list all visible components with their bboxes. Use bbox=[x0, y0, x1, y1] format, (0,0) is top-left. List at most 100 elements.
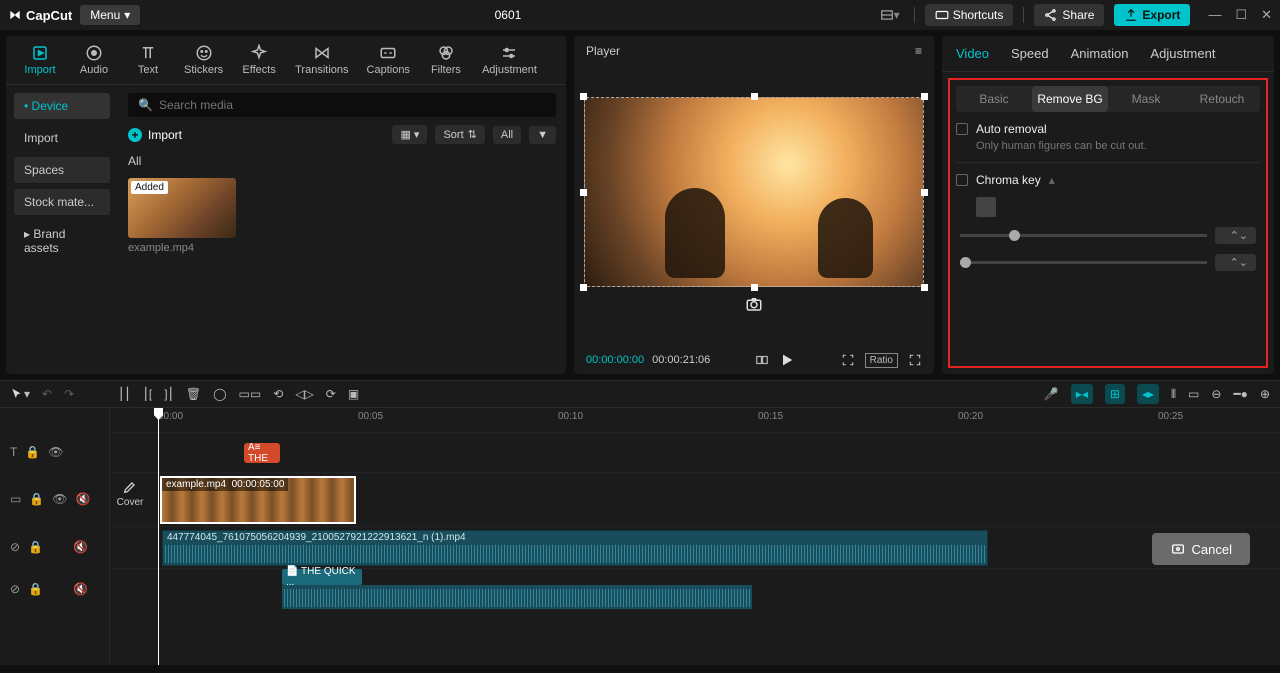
prop-tab-adjustment[interactable]: Adjustment bbox=[1150, 46, 1215, 61]
zoom-out-button[interactable]: ⊖ bbox=[1211, 387, 1221, 401]
text-clip[interactable]: A≡ THE bbox=[244, 443, 280, 463]
fullscreen-icon[interactable] bbox=[908, 353, 922, 367]
sidebar-item-stock[interactable]: Stock mate... bbox=[14, 189, 110, 215]
sidebar-item-brand[interactable]: ▸ Brand assets bbox=[14, 221, 110, 261]
resize-handle[interactable] bbox=[580, 93, 587, 100]
media-clip[interactable]: Added example.mp4 bbox=[128, 178, 236, 254]
filter-button[interactable]: ▼ bbox=[529, 126, 556, 144]
redo-button[interactable]: ↷ bbox=[64, 387, 74, 401]
tab-text[interactable]: Text bbox=[124, 42, 172, 78]
audio-track-1[interactable]: 447774045_761075056204939_21005279212229… bbox=[110, 526, 1280, 568]
sidebar-item-device[interactable]: • Device bbox=[14, 93, 110, 119]
eye-icon[interactable]: 👁 bbox=[52, 492, 67, 506]
chroma-color-well[interactable] bbox=[976, 197, 996, 217]
crop-tool[interactable]: ▣ bbox=[348, 387, 359, 401]
align-button[interactable]: ⫴ bbox=[1171, 387, 1176, 402]
subtab-basic[interactable]: Basic bbox=[956, 86, 1032, 112]
tab-adjustment[interactable]: Adjustment bbox=[476, 42, 543, 78]
tab-import[interactable]: Import bbox=[16, 42, 64, 78]
search-box[interactable]: 🔍 bbox=[128, 93, 556, 117]
tab-filters[interactable]: Filters bbox=[422, 42, 470, 78]
split-left-tool[interactable]: ⎮[ bbox=[143, 387, 153, 401]
preview-toggle[interactable]: ▭ bbox=[1188, 387, 1199, 401]
rotate-tool[interactable]: ⟳ bbox=[326, 387, 336, 401]
maximize-button[interactable]: ☐ bbox=[1235, 7, 1247, 23]
slider-thumb[interactable] bbox=[1009, 230, 1020, 241]
tab-effects[interactable]: Effects bbox=[235, 42, 283, 78]
auto-removal-checkbox[interactable] bbox=[956, 123, 968, 135]
compare-icon[interactable] bbox=[755, 353, 769, 367]
audio-text-label[interactable]: 📄 THE QUICK ... bbox=[282, 569, 362, 585]
snap-track-button[interactable]: ⊞ bbox=[1105, 384, 1125, 404]
mic-button[interactable]: 🎤 bbox=[1044, 387, 1059, 401]
sidebar-item-import[interactable]: Import bbox=[14, 125, 110, 151]
timeline-tracks-area[interactable]: 00:00 00:05 00:10 00:15 00:20 00:25 A≡ T… bbox=[110, 408, 1280, 665]
snap-link-button[interactable]: ◂▸ bbox=[1137, 384, 1159, 404]
split-tool[interactable]: ⎮⎮ bbox=[118, 387, 131, 401]
resize-handle[interactable] bbox=[921, 93, 928, 100]
close-button[interactable]: ✕ bbox=[1261, 7, 1272, 23]
tab-audio[interactable]: Audio bbox=[70, 42, 118, 78]
resize-handle[interactable] bbox=[751, 284, 758, 291]
zoom-slider[interactable]: ━● bbox=[1233, 387, 1247, 401]
marker-tool[interactable]: ◯ bbox=[213, 387, 226, 401]
cancel-button[interactable]: Cancel bbox=[1152, 533, 1250, 565]
menu-button[interactable]: Menu ▾ bbox=[80, 5, 140, 25]
sort-button[interactable]: Sort ⇅ bbox=[435, 125, 484, 144]
shortcuts-button[interactable]: Shortcuts bbox=[925, 4, 1014, 26]
scan-icon[interactable] bbox=[841, 353, 855, 367]
snap-main-button[interactable]: ▸◂ bbox=[1071, 384, 1093, 404]
mirror-tool[interactable]: ◁▷ bbox=[295, 387, 313, 401]
snapshot-button[interactable] bbox=[745, 295, 763, 316]
prop-tab-speed[interactable]: Speed bbox=[1011, 46, 1049, 61]
layout-icon[interactable]: ▾ bbox=[876, 4, 904, 26]
undo-button[interactable]: ↶ bbox=[42, 387, 52, 401]
zoom-in-button[interactable]: ⊕ bbox=[1260, 387, 1270, 401]
audio-clip-2[interactable] bbox=[282, 585, 752, 609]
ratio-button[interactable]: Ratio bbox=[865, 353, 898, 368]
eye-icon[interactable]: 👁 bbox=[48, 445, 63, 459]
minimize-button[interactable]: — bbox=[1208, 7, 1221, 23]
chroma-key-checkbox[interactable] bbox=[956, 174, 968, 186]
import-button[interactable]: + Import bbox=[128, 128, 182, 142]
resize-handle[interactable] bbox=[580, 284, 587, 291]
mute-icon[interactable]: 🔇 bbox=[76, 492, 91, 506]
view-grid-button[interactable]: ▦ ▾ bbox=[392, 125, 427, 144]
subtab-retouch[interactable]: Retouch bbox=[1184, 86, 1260, 112]
tab-captions[interactable]: Captions bbox=[361, 42, 416, 78]
slider-value[interactable]: ⌃⌄ bbox=[1215, 227, 1257, 244]
slider-thumb[interactable] bbox=[960, 257, 971, 268]
delete-tool[interactable]: 🗑 bbox=[186, 387, 201, 401]
mute-icon[interactable]: 🔇 bbox=[73, 582, 88, 596]
timeline-ruler[interactable]: 00:00 00:05 00:10 00:15 00:20 00:25 bbox=[110, 408, 1280, 432]
frames-tool[interactable]: ▭▭ bbox=[239, 387, 262, 401]
lock-icon[interactable]: 🔒 bbox=[28, 540, 43, 554]
play-button[interactable] bbox=[779, 352, 795, 368]
cover-button[interactable]: Cover bbox=[114, 479, 146, 508]
tab-transitions[interactable]: Transitions bbox=[289, 42, 354, 78]
audio-clip-1[interactable]: 447774045_761075056204939_21005279212229… bbox=[162, 530, 988, 566]
lock-icon[interactable]: 🔒 bbox=[29, 492, 44, 506]
slider-value-2[interactable]: ⌃⌄ bbox=[1215, 254, 1257, 271]
mute-icon[interactable]: 🔇 bbox=[73, 540, 88, 554]
share-button[interactable]: Share bbox=[1034, 4, 1104, 26]
resize-handle[interactable] bbox=[580, 189, 587, 196]
hamburger-icon[interactable]: ≡ bbox=[915, 44, 922, 58]
sidebar-item-spaces[interactable]: Spaces bbox=[14, 157, 110, 183]
reverse-tool[interactable]: ⟲ bbox=[273, 387, 283, 401]
subtab-remove-bg[interactable]: Remove BG bbox=[1032, 86, 1108, 112]
resize-handle[interactable] bbox=[751, 93, 758, 100]
subtab-mask[interactable]: Mask bbox=[1108, 86, 1184, 112]
playhead[interactable] bbox=[158, 408, 159, 665]
tab-stickers[interactable]: Stickers bbox=[178, 42, 229, 78]
chevron-up-icon[interactable]: ▴ bbox=[1049, 173, 1055, 187]
lock-icon[interactable]: 🔒 bbox=[28, 582, 43, 596]
split-right-tool[interactable]: ]⎮ bbox=[164, 387, 174, 401]
chroma-slider[interactable] bbox=[960, 234, 1207, 237]
resize-handle[interactable] bbox=[921, 284, 928, 291]
player-frame[interactable] bbox=[584, 97, 924, 287]
video-clip[interactable]: example.mp4 00:00:05:00 bbox=[160, 476, 356, 524]
lock-icon[interactable]: 🔒 bbox=[25, 445, 40, 459]
pointer-tool[interactable]: ▾ bbox=[10, 387, 30, 401]
search-input[interactable] bbox=[159, 98, 546, 112]
